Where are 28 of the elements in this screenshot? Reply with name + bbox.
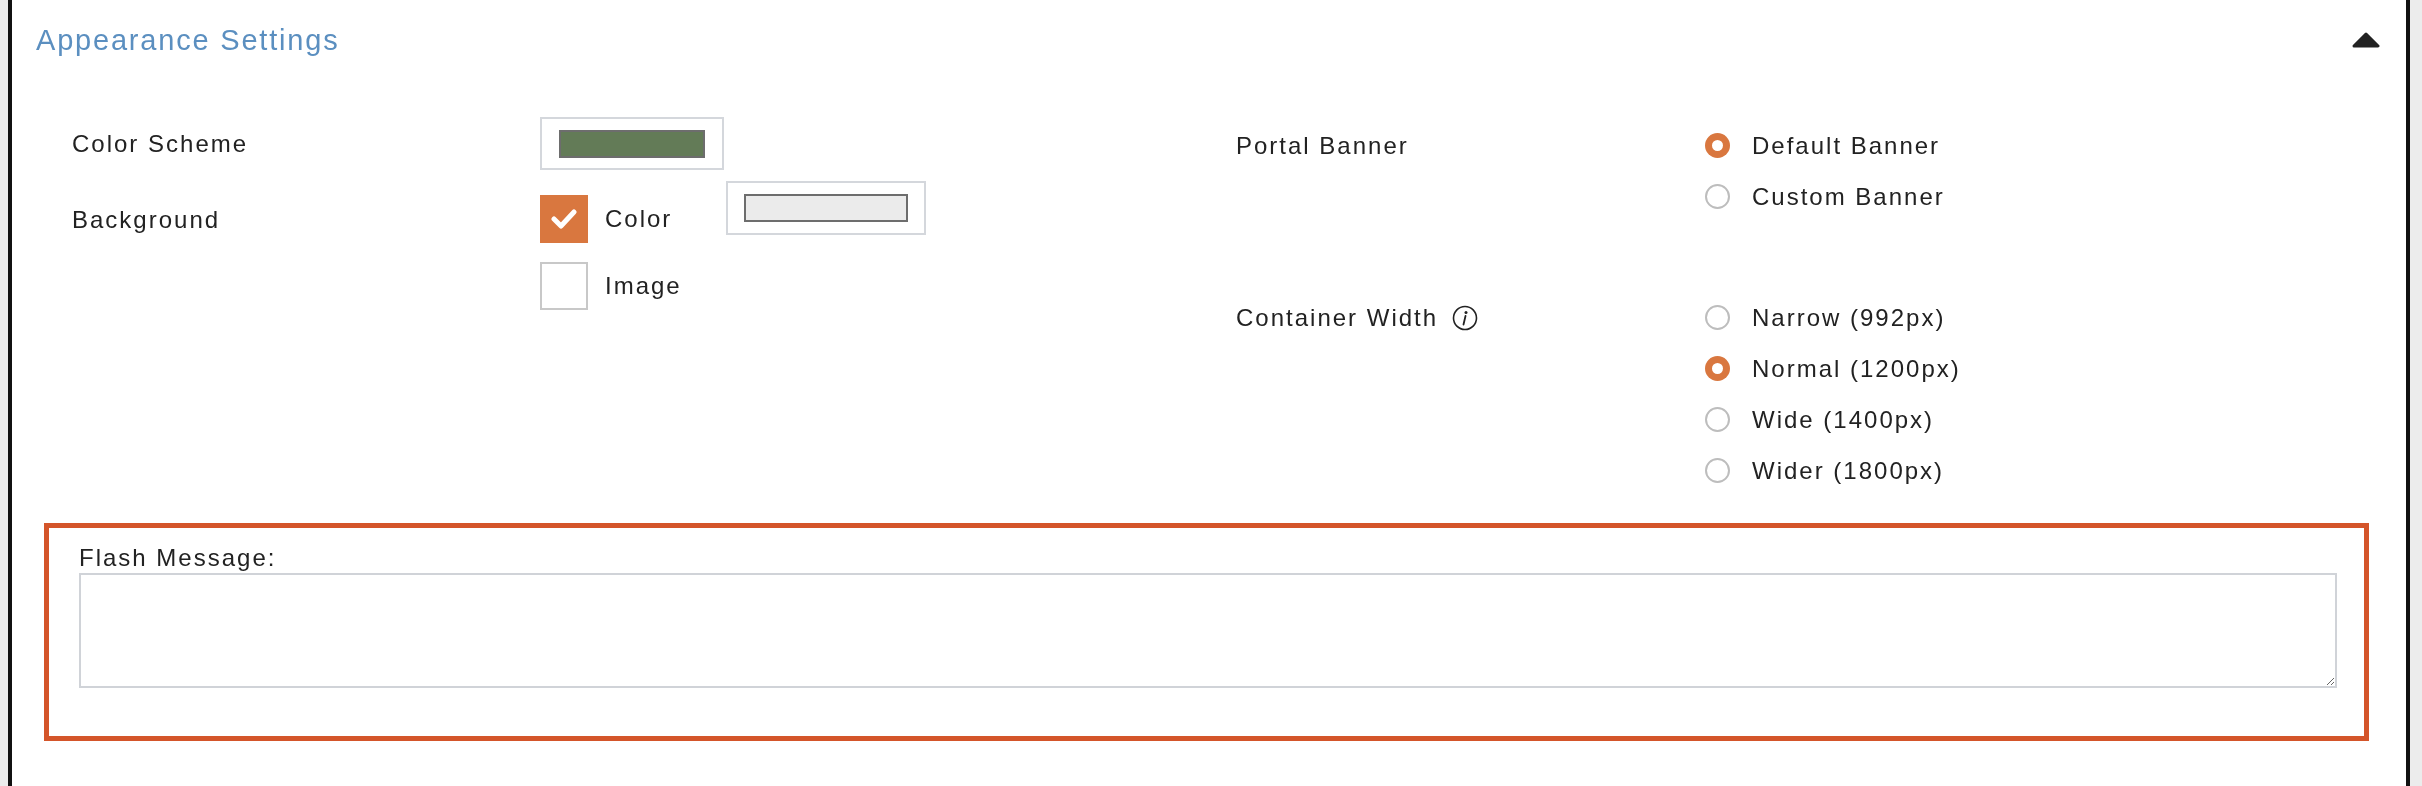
color-picker[interactable] <box>540 117 724 170</box>
color-picker[interactable] <box>726 181 927 235</box>
radio-label: Default Banner <box>1752 131 1941 160</box>
radio-button[interactable] <box>1705 305 1730 330</box>
radio-button[interactable] <box>1705 458 1730 483</box>
field-label: Portal Banner <box>1236 131 1409 161</box>
checkbox-label: Image <box>605 272 682 300</box>
radio-button[interactable] <box>1705 133 1730 158</box>
field-label: Background <box>72 205 222 235</box>
field-label: Container Width <box>1236 303 1439 333</box>
radio-label: Narrow (992px) <box>1752 303 1946 332</box>
radio-button[interactable] <box>1705 356 1730 381</box>
info-icon[interactable] <box>1452 304 1479 331</box>
radio-button[interactable] <box>1705 407 1730 432</box>
section-title: Appearance Settings <box>36 23 340 58</box>
radio-label: Normal (1200px) <box>1752 354 1961 383</box>
radio-label: Wide (1400px) <box>1752 405 1935 434</box>
flash-message-field[interactable] <box>79 573 2337 688</box>
checkbox-label: Color <box>605 204 673 233</box>
radio-label: Custom Banner <box>1752 182 1945 211</box>
caret-icon[interactable] <box>2352 32 2380 48</box>
field-label: Color Scheme <box>72 129 250 159</box>
field-label: Flash Message: <box>79 543 278 573</box>
radio-label: Wider (1800px) <box>1752 456 1945 485</box>
check-icon <box>551 207 577 230</box>
checkbox[interactable] <box>540 194 588 243</box>
radio-button[interactable] <box>1705 184 1730 209</box>
checkbox[interactable] <box>540 262 588 310</box>
